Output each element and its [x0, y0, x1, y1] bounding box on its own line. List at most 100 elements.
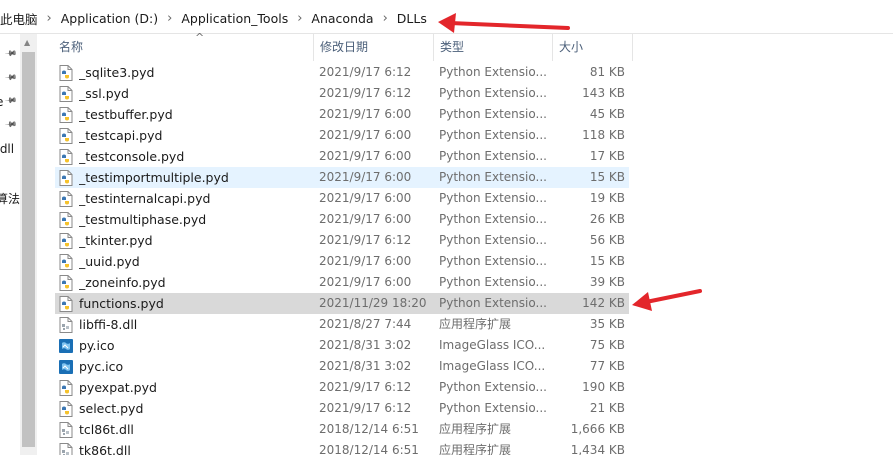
- file-type: ImageGlass ICO...: [439, 338, 546, 352]
- nav-scrollbar[interactable]: ▲: [20, 34, 37, 455]
- column-header-size[interactable]: 大小: [552, 34, 632, 61]
- file-name: tcl86t.dll: [79, 422, 134, 437]
- file-size: 118 KB: [582, 128, 625, 142]
- address-bar[interactable]: 此电脑 › Application (D:) › Application_Tools › A…: [0, 0, 893, 34]
- file-type: 应用程序扩展: [439, 443, 512, 455]
- python-file-icon: [59, 167, 75, 188]
- file-row[interactable]: py.ico 2021/8/31 3:02 ImageGlass ICO... 75 …: [55, 335, 629, 356]
- file-date: 2021/9/17 6:00: [319, 254, 412, 268]
- breadcrumb-item[interactable]: 此电脑: [0, 9, 42, 28]
- python-file-icon: [59, 230, 75, 251]
- breadcrumb-item[interactable]: Application_Tools: [177, 11, 292, 26]
- column-header-type[interactable]: 类型: [433, 34, 552, 61]
- file-date: 2021/9/17 6:12: [319, 65, 412, 79]
- file-size: 77 KB: [589, 359, 625, 373]
- column-header-type-label: 类型: [440, 40, 465, 54]
- file-date: 2021/9/17 6:00: [319, 212, 412, 226]
- file-row[interactable]: _testinternalcapi.pyd 2021/9/17 6:00 Pytho…: [55, 188, 629, 209]
- pin-icon: 📌: [4, 93, 18, 108]
- file-row[interactable]: _testconsole.pyd 2021/9/17 6:00 Python Ext…: [55, 146, 629, 167]
- breadcrumb-item[interactable]: Application (D:): [57, 11, 162, 26]
- python-file-icon: [59, 146, 75, 167]
- breadcrumb: 此电脑 › Application (D:) › Application_Tools › A…: [0, 9, 431, 27]
- breadcrumb-separator-icon[interactable]: ›: [292, 11, 307, 26]
- file-size: 35 KB: [589, 317, 625, 331]
- file-type: Python Extensio...: [439, 170, 547, 184]
- column-header-date[interactable]: 修改日期: [313, 34, 433, 61]
- file-size: 142 KB: [582, 296, 625, 310]
- file-name: libffi-8.dll: [79, 317, 138, 332]
- file-row[interactable]: _uuid.pyd 2021/9/17 6:00 Python Extensio..…: [55, 251, 629, 272]
- file-date: 2021/9/17 6:00: [319, 149, 412, 163]
- column-header-spacer: [632, 34, 642, 61]
- file-size: 26 KB: [589, 212, 625, 226]
- breadcrumb-separator-icon[interactable]: ›: [378, 11, 393, 26]
- navigation-pane[interactable]: 📌📌e📌📌.dll算法: [0, 34, 20, 455]
- file-date: 2021/9/17 6:00: [319, 170, 412, 184]
- file-row[interactable]: libffi-8.dll 2021/8/27 7:44 应用程序扩展 35 KB: [55, 314, 629, 335]
- file-size: 21 KB: [589, 401, 625, 415]
- file-row[interactable]: _testmultiphase.pyd 2021/9/17 6:00 Python …: [55, 209, 629, 230]
- file-name: pyexpat.pyd: [79, 380, 157, 395]
- scroll-up-arrow-icon[interactable]: ▲: [24, 38, 30, 47]
- sort-ascending-icon: ^: [195, 31, 205, 44]
- imageglass-icon: [59, 335, 75, 356]
- file-name: _testbuffer.pyd: [79, 107, 173, 122]
- file-size: 15 KB: [589, 170, 625, 184]
- file-row[interactable]: _tkinter.pyd 2021/9/17 6:12 Python Extensi…: [55, 230, 629, 251]
- file-name: py.ico: [79, 338, 115, 353]
- file-name: _sqlite3.pyd: [79, 65, 155, 80]
- file-name: _testinternalcapi.pyd: [79, 191, 211, 206]
- file-row[interactable]: _testimportmultiple.pyd 2021/9/17 6:00 Pyt…: [55, 167, 629, 188]
- pin-icon: 📌: [4, 46, 18, 61]
- file-size: 17 KB: [589, 149, 625, 163]
- file-date: 2021/8/31 3:02: [319, 338, 412, 352]
- python-file-icon: [59, 398, 75, 419]
- file-type: Python Extensio...: [439, 296, 547, 310]
- file-row[interactable]: select.pyd 2021/9/17 6:12 Python Extensio.…: [55, 398, 629, 419]
- breadcrumb-item[interactable]: DLLs: [393, 11, 431, 26]
- python-file-icon: [59, 293, 75, 314]
- nav-item-label[interactable]: e: [0, 95, 3, 109]
- file-size: 19 KB: [589, 191, 625, 205]
- file-date: 2021/9/17 6:00: [319, 191, 412, 205]
- file-row[interactable]: pyexpat.pyd 2021/9/17 6:12 Python Extensio…: [55, 377, 629, 398]
- breadcrumb-separator-icon[interactable]: ›: [42, 11, 57, 26]
- file-row[interactable]: tk86t.dll 2018/12/14 6:51 应用程序扩展 1,434 KB: [55, 440, 629, 455]
- python-file-icon: [59, 83, 75, 104]
- python-file-icon: [59, 62, 75, 83]
- breadcrumb-item[interactable]: Anaconda: [307, 11, 377, 26]
- column-header-row: 名称 ^ 修改日期 类型 大小: [37, 31, 893, 61]
- file-type: Python Extensio...: [439, 65, 547, 79]
- nav-item-label[interactable]: .dll: [0, 142, 14, 156]
- file-type: Python Extensio...: [439, 191, 547, 205]
- file-name: tk86t.dll: [79, 443, 131, 455]
- file-date: 2018/12/14 6:51: [319, 443, 419, 455]
- file-row[interactable]: _zoneinfo.pyd 2021/9/17 6:00 Python Extens…: [55, 272, 629, 293]
- file-row[interactable]: _sqlite3.pyd 2021/9/17 6:12 Python Extensi…: [55, 62, 629, 83]
- python-file-icon: [59, 125, 75, 146]
- file-size: 56 KB: [589, 233, 625, 247]
- pin-icon: 📌: [4, 70, 18, 85]
- column-header-name[interactable]: 名称 ^: [53, 31, 310, 61]
- python-file-icon: [59, 104, 75, 125]
- file-size: 75 KB: [589, 338, 625, 352]
- column-header-size-label: 大小: [559, 40, 584, 54]
- file-date: 2021/9/17 6:00: [319, 128, 412, 142]
- breadcrumb-separator-icon[interactable]: ›: [162, 11, 177, 26]
- python-file-icon: [59, 251, 75, 272]
- scrollbar-thumb[interactable]: [22, 52, 35, 447]
- nav-item-label[interactable]: 算法: [0, 190, 20, 207]
- python-file-icon: [59, 272, 75, 293]
- file-date: 2018/12/14 6:51: [319, 422, 419, 436]
- file-row[interactable]: _ssl.pyd 2021/9/17 6:12 Python Extensio...…: [55, 83, 629, 104]
- file-row[interactable]: tcl86t.dll 2018/12/14 6:51 应用程序扩展 1,666 KB: [55, 419, 629, 440]
- imageglass-icon: [59, 356, 75, 377]
- file-row[interactable]: _testbuffer.pyd 2021/9/17 6:00 Python Exte…: [55, 104, 629, 125]
- file-name: pyc.ico: [79, 359, 124, 374]
- file-type: Python Extensio...: [439, 128, 547, 142]
- file-row[interactable]: functions.pyd 2021/11/29 18:20 Python Exte…: [55, 293, 629, 314]
- file-row[interactable]: _testcapi.pyd 2021/9/17 6:00 Python Extens…: [55, 125, 629, 146]
- file-row[interactable]: pyc.ico 2021/8/31 3:02 ImageGlass ICO... 77…: [55, 356, 629, 377]
- file-name: select.pyd: [79, 401, 144, 416]
